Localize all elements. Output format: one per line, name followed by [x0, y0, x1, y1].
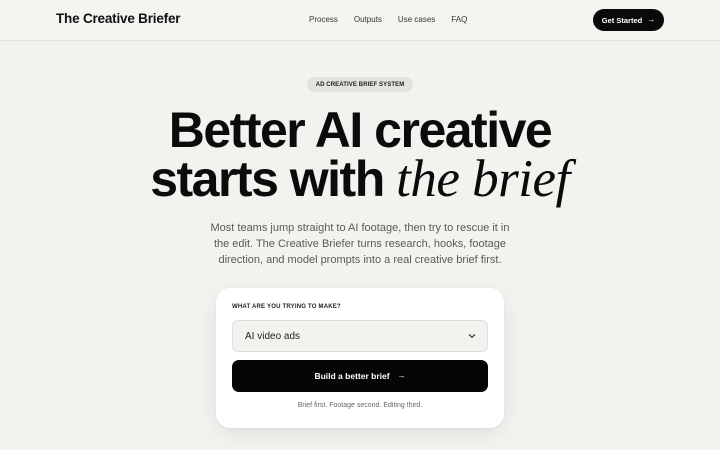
arrow-right-icon: →	[397, 371, 406, 380]
arrow-right-icon: →	[647, 15, 656, 24]
main-nav: Process Outputs Use cases FAQ	[309, 15, 467, 24]
site-logo[interactable]: The Creative Briefer	[56, 11, 181, 26]
build-brief-button[interactable]: Build a better brief →	[232, 360, 488, 392]
nav-link-use-cases[interactable]: Use cases	[398, 15, 435, 24]
section-badge: AD CREATIVE BRIEF SYSTEM	[307, 77, 413, 92]
headline-italic: the brief	[396, 150, 570, 208]
chevron-down-icon	[468, 334, 476, 338]
brief-form-card: WHAT ARE YOU TRYING TO MAKE? AI video ad…	[216, 288, 504, 428]
project-type-select[interactable]: AI video ads	[232, 320, 488, 352]
nav-link-faq[interactable]: FAQ	[451, 15, 467, 24]
nav-link-process[interactable]: Process	[309, 15, 338, 24]
nav-link-outputs[interactable]: Outputs	[354, 15, 382, 24]
form-label: WHAT ARE YOU TRYING TO MAKE?	[232, 304, 341, 310]
hero-subtext: Most teams jump straight to AI footage, …	[210, 222, 510, 267]
form-footnote: Brief first. Footage second. Editing thi…	[297, 402, 423, 409]
get-started-button[interactable]: Get Started →	[593, 9, 664, 31]
select-value: AI video ads	[245, 331, 301, 342]
get-started-label: Get Started	[601, 15, 643, 25]
headline-line-2: starts with	[150, 151, 385, 207]
build-brief-label: Build a better brief	[314, 371, 390, 381]
hero-headline: Better AI creative starts with the brief	[0, 105, 720, 207]
top-navigation-bar: The Creative Briefer Process Outputs Use…	[0, 0, 720, 41]
